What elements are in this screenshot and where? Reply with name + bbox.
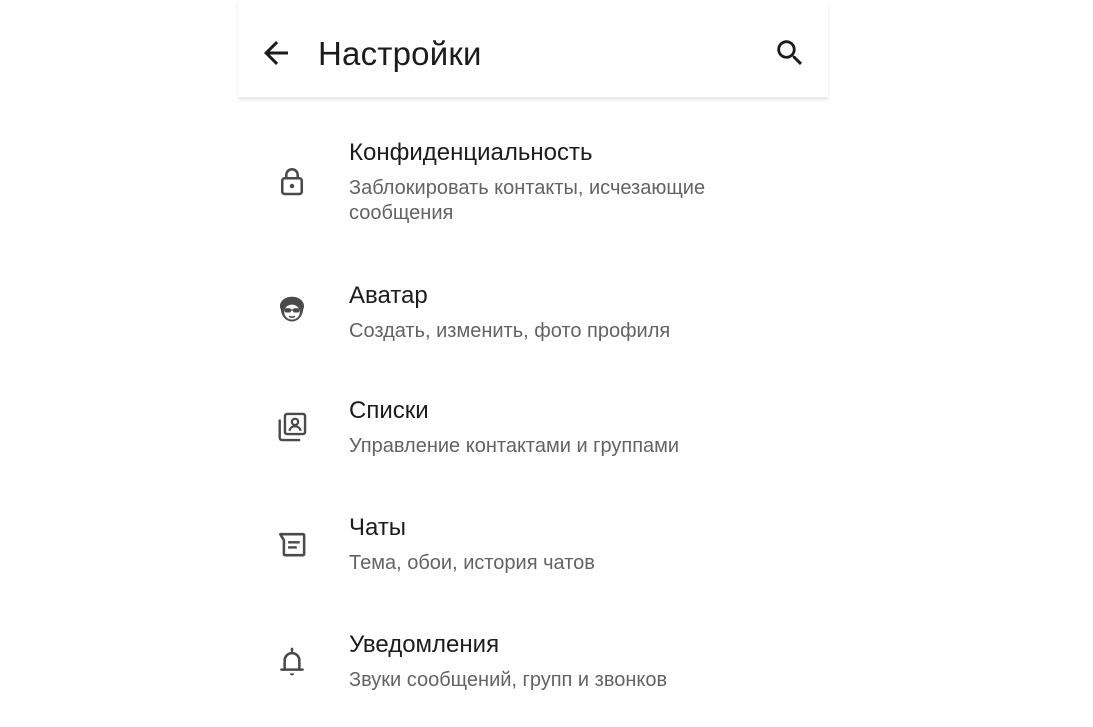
lock-icon bbox=[274, 164, 310, 200]
settings-item-subtitle: Заблокировать контакты, исчезающие сообщ… bbox=[349, 177, 706, 224]
settings-screen: Настройки Конфиденциальность Заблокирова… bbox=[238, 0, 828, 727]
settings-item-lists[interactable]: Списки Управление контактами и группами bbox=[238, 396, 828, 466]
contact-list-icon bbox=[274, 409, 310, 445]
settings-item-label: Уведомления bbox=[349, 631, 500, 658]
search-icon bbox=[777, 40, 803, 66]
settings-item-label: Конфиденциальность bbox=[349, 139, 593, 166]
settings-item-subtitle: Звуки сообщений, групп и звонков bbox=[349, 669, 668, 691]
back-button[interactable] bbox=[258, 35, 294, 71]
app-bar: Настройки bbox=[238, 0, 828, 98]
page-title: Настройки bbox=[318, 35, 482, 72]
avatar-icon bbox=[274, 292, 310, 328]
settings-item-subtitle: Управление контактами и группами bbox=[349, 435, 680, 457]
settings-item-subtitle: Создать, изменить, фото профиля bbox=[349, 320, 671, 342]
settings-item-notifications[interactable]: Уведомления Звуки сообщений, групп и зво… bbox=[238, 630, 828, 700]
settings-item-label: Чаты bbox=[349, 514, 407, 541]
arrow-back-icon bbox=[264, 41, 288, 65]
settings-item-label: Аватар bbox=[349, 282, 428, 309]
settings-item-subtitle: Тема, обои, история чатов bbox=[349, 552, 595, 574]
search-button[interactable] bbox=[773, 36, 807, 70]
settings-item-label: Списки bbox=[349, 397, 429, 424]
bell-icon bbox=[274, 644, 310, 680]
chat-icon bbox=[274, 527, 310, 563]
settings-item-avatar[interactable]: Аватар Создать, изменить, фото профиля bbox=[238, 279, 828, 349]
settings-item-privacy[interactable]: Конфиденциальность Заблокировать контакт… bbox=[238, 136, 828, 236]
settings-item-chats[interactable]: Чаты Тема, обои, история чатов bbox=[238, 513, 828, 583]
